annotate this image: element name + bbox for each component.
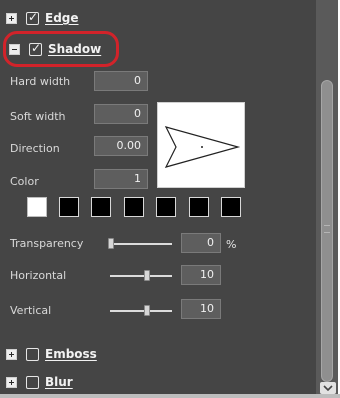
hard-width-label: Hard width — [10, 75, 71, 88]
color-label: Color — [10, 175, 39, 188]
section-emboss[interactable]: Emboss — [6, 342, 97, 366]
swatch-black-5[interactable] — [189, 197, 209, 217]
direction-label: Direction — [10, 142, 60, 155]
percent-unit: % — [226, 238, 237, 251]
horizontal-slider-track[interactable] — [110, 275, 172, 277]
horizontal-label: Horizontal — [10, 269, 67, 282]
emboss-checkbox[interactable] — [26, 347, 39, 361]
transparency-slider-thumb[interactable] — [108, 238, 114, 249]
swatch-black-2[interactable] — [91, 197, 111, 217]
blur-checkbox[interactable] — [26, 375, 39, 389]
direction-field[interactable]: 0.00 — [94, 136, 148, 156]
plus-square-icon[interactable] — [6, 12, 17, 24]
edge-label: Edge — [45, 11, 79, 25]
swatch-black-3[interactable] — [124, 197, 144, 217]
edge-checkbox[interactable] — [26, 10, 39, 25]
window-bottom-edge — [0, 394, 340, 398]
vertical-slider-track[interactable] — [110, 310, 172, 312]
vertical-field[interactable]: 10 — [181, 299, 221, 319]
shadow-highlight-annotation — [3, 31, 119, 67]
vertical-slider-thumb[interactable] — [144, 305, 150, 316]
shadow-settings-window: Edge Shadow Hard width 0 Soft width 0 Di… — [0, 0, 340, 398]
hard-width-field[interactable]: 0 — [94, 71, 148, 91]
soft-width-field[interactable]: 0 — [94, 104, 148, 124]
section-blur[interactable]: Blur — [6, 370, 73, 394]
blur-label: Blur — [45, 375, 73, 389]
emboss-label: Emboss — [45, 347, 97, 361]
vertical-label: Vertical — [10, 304, 52, 317]
horizontal-slider-thumb[interactable] — [144, 270, 150, 281]
swatch-white[interactable] — [27, 197, 47, 217]
swatch-black-6[interactable] — [221, 197, 241, 217]
horizontal-field[interactable]: 10 — [181, 265, 221, 285]
swatch-black-4[interactable] — [156, 197, 176, 217]
color-field[interactable]: 1 — [94, 169, 148, 189]
section-edge[interactable]: Edge — [6, 6, 79, 30]
swatch-black-1[interactable] — [59, 197, 79, 217]
transparency-slider-track[interactable] — [110, 243, 172, 245]
plus-square-icon[interactable] — [6, 348, 17, 360]
transparency-label: Transparency — [10, 237, 84, 250]
arrow-preview-icon — [164, 126, 241, 168]
transparency-field[interactable]: 0 — [181, 233, 221, 253]
plus-square-icon[interactable] — [6, 376, 17, 388]
chevron-down-icon — [323, 385, 333, 391]
scroll-down-button[interactable] — [320, 382, 336, 394]
soft-width-label: Soft width — [10, 110, 66, 123]
scrollbar-grip-icon — [324, 225, 330, 233]
shadow-preview — [157, 102, 245, 188]
